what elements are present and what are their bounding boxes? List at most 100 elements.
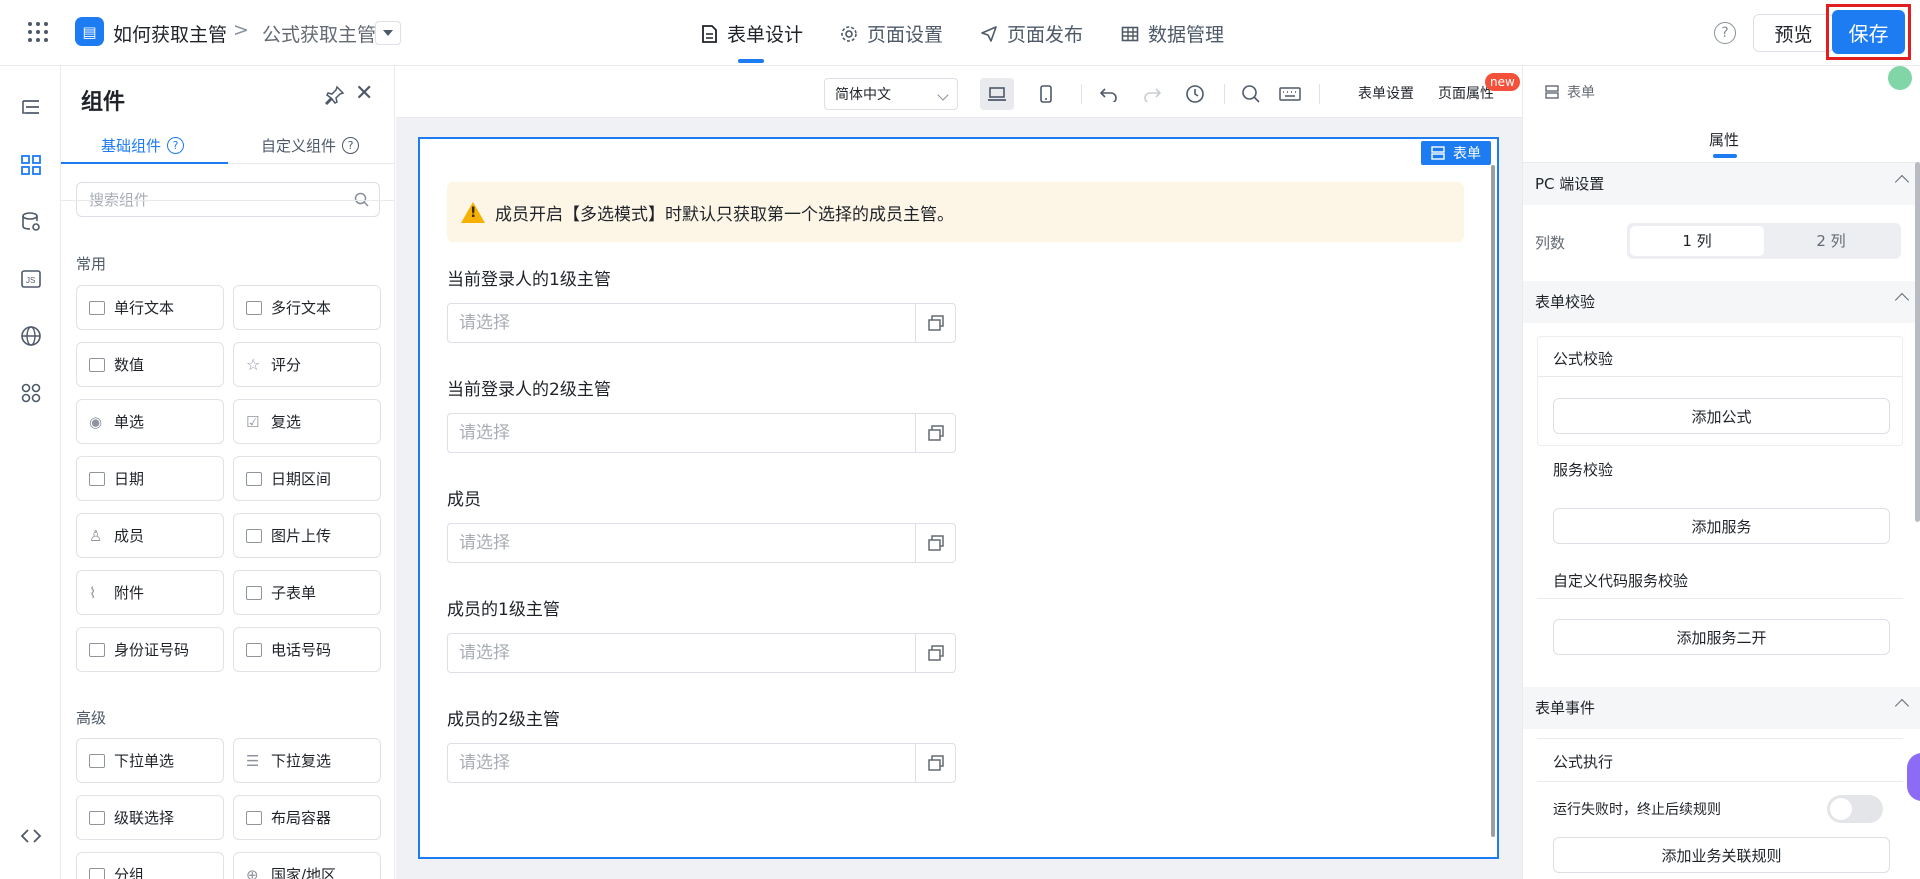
undo-icon[interactable] xyxy=(1092,78,1126,110)
field-label: 当前登录人的2级主管 xyxy=(447,380,611,400)
globe-icon[interactable] xyxy=(18,323,44,349)
field-placeholder[interactable]: 请选择 xyxy=(448,414,915,452)
tab-basic-components[interactable]: 基础组件 ? xyxy=(101,135,185,156)
tab-page-publish[interactable]: 页面发布 xyxy=(980,20,1083,47)
picker-icon[interactable] xyxy=(915,414,955,452)
component-item[interactable]: ⊕ 国家/地区 xyxy=(233,852,381,879)
form-settings-button[interactable]: 表单设置 xyxy=(1358,83,1414,103)
component-item[interactable]: 单行文本 xyxy=(76,285,224,330)
datasource-icon[interactable] xyxy=(18,209,44,235)
search-icon[interactable] xyxy=(1234,78,1268,110)
props-scrollbar[interactable] xyxy=(1915,162,1920,522)
component-item[interactable]: ♙ 成员 xyxy=(76,513,224,558)
component-item[interactable]: 多行文本 xyxy=(233,285,381,330)
toolbar-divider xyxy=(1224,84,1225,104)
preview-button[interactable]: 预览 xyxy=(1753,14,1834,52)
status-indicator xyxy=(1888,66,1912,90)
props-breadcrumb[interactable]: 表单 xyxy=(1545,82,1595,102)
component-item[interactable]: 身份证号码 xyxy=(76,627,224,672)
component-item[interactable]: 日期区间 xyxy=(233,456,381,501)
help-icon[interactable]: ? xyxy=(342,137,360,154)
assistant-float-button[interactable] xyxy=(1907,753,1920,801)
component-item[interactable]: 下拉单选 xyxy=(76,738,224,783)
picker-icon[interactable] xyxy=(915,524,955,562)
component-item[interactable]: 数值 xyxy=(76,342,224,387)
language-select[interactable]: 简体中文 xyxy=(824,78,958,110)
tab-form-design[interactable]: 表单设计 xyxy=(700,20,803,47)
member-picker[interactable]: 请选择 xyxy=(447,743,956,783)
component-item[interactable]: ◉ 单选 xyxy=(76,399,224,444)
component-item[interactable]: 分组 xyxy=(76,852,224,879)
breadcrumb-app[interactable]: 如何获取主管 xyxy=(113,20,227,47)
field-placeholder[interactable]: 请选择 xyxy=(448,634,915,672)
component-item[interactable]: ⌇ 附件 xyxy=(76,570,224,615)
columns-label: 列数 xyxy=(1535,234,1566,252)
apps-icon[interactable] xyxy=(18,380,44,406)
section-form-validation[interactable]: 表单校验 xyxy=(1523,281,1920,323)
add-formula-button[interactable]: 添加公式 xyxy=(1553,398,1890,434)
paperclip-icon: ⌇ xyxy=(89,583,97,602)
help-icon[interactable]: ? xyxy=(167,137,185,154)
code-icon[interactable] xyxy=(18,823,44,849)
component-item[interactable]: ☑ 复选 xyxy=(233,399,381,444)
member-picker[interactable]: 请选择 xyxy=(447,303,956,343)
search-icon[interactable] xyxy=(354,192,369,211)
tab-label: 表单设计 xyxy=(727,24,804,46)
form-container[interactable]: 表单 成员开启【多选模式】时默认只获取第一个选择的成员主管。 当前登录人的1级主… xyxy=(418,137,1499,859)
member-picker[interactable]: 请选择 xyxy=(447,413,956,453)
tab-page-settings[interactable]: 页面设置 xyxy=(840,20,943,47)
js-icon[interactable]: JS xyxy=(18,266,44,292)
picker-icon[interactable] xyxy=(915,634,955,672)
add-service-extension-button[interactable]: 添加服务二开 xyxy=(1553,619,1890,655)
field-placeholder[interactable]: 请选择 xyxy=(448,304,915,342)
history-icon[interactable] xyxy=(1178,78,1212,110)
add-business-rule-button[interactable]: 添加业务关联规则 xyxy=(1553,837,1890,873)
field-placeholder[interactable]: 请选择 xyxy=(448,524,915,562)
columns-option-2[interactable]: 2 列 xyxy=(1764,226,1898,256)
help-icon[interactable]: ? xyxy=(1714,22,1736,44)
component-item[interactable]: 图片上传 xyxy=(233,513,381,558)
component-item[interactable]: 子表单 xyxy=(233,570,381,615)
breadcrumb-page[interactable]: 公式获取主管 xyxy=(262,20,376,47)
list-check-icon: ☰ xyxy=(246,751,260,770)
mobile-view-icon[interactable] xyxy=(1029,78,1063,110)
app-grid-icon[interactable] xyxy=(28,22,48,42)
close-icon[interactable]: ✕ xyxy=(355,81,373,106)
tab-label: 自定义组件 xyxy=(261,137,337,155)
component-item[interactable]: ☰ 下拉复选 xyxy=(233,738,381,783)
component-item[interactable]: 级联选择 xyxy=(76,795,224,840)
chevron-up-icon[interactable] xyxy=(1894,292,1910,308)
component-item[interactable]: 日期 xyxy=(76,456,224,501)
save-button[interactable]: 保存 xyxy=(1832,10,1905,54)
component-item[interactable]: ☆ 评分 xyxy=(233,342,381,387)
desktop-view-icon[interactable] xyxy=(980,78,1014,110)
globe-icon: ⊕ xyxy=(246,865,259,879)
picker-icon[interactable] xyxy=(915,744,955,782)
tab-data-management[interactable]: 数据管理 xyxy=(1121,20,1224,47)
id-card-icon xyxy=(89,642,105,657)
tab-attributes[interactable]: 属性 xyxy=(1709,129,1739,150)
form-selection-tag[interactable]: 表单 xyxy=(1421,141,1491,165)
field-placeholder[interactable]: 请选择 xyxy=(448,744,915,782)
components-icon[interactable] xyxy=(18,152,44,178)
stop-on-fail-toggle[interactable] xyxy=(1827,795,1883,823)
chevron-up-icon[interactable] xyxy=(1894,698,1910,714)
outline-icon[interactable] xyxy=(18,95,44,121)
columns-option-1[interactable]: 1 列 xyxy=(1630,226,1764,256)
add-service-button[interactable]: 添加服务 xyxy=(1553,508,1890,544)
member-picker[interactable]: 请选择 xyxy=(447,633,956,673)
member-picker[interactable]: 请选择 xyxy=(447,523,956,563)
keyboard-icon[interactable] xyxy=(1273,78,1307,110)
picker-icon[interactable] xyxy=(915,304,955,342)
section-form-events[interactable]: 表单事件 xyxy=(1523,687,1920,729)
redo-icon[interactable] xyxy=(1135,78,1169,110)
pin-icon[interactable] xyxy=(324,85,345,109)
tab-custom-components[interactable]: 自定义组件 ? xyxy=(261,135,360,156)
form-scrollbar[interactable] xyxy=(1491,165,1495,837)
component-item[interactable]: 布局容器 xyxy=(233,795,381,840)
formula-exec-title: 公式执行 xyxy=(1553,753,1614,771)
section-pc-settings[interactable]: PC 端设置 xyxy=(1523,163,1920,205)
component-item[interactable]: 电话号码 xyxy=(233,627,381,672)
page-switch-dropdown[interactable] xyxy=(375,21,401,45)
chevron-up-icon[interactable] xyxy=(1894,174,1910,190)
